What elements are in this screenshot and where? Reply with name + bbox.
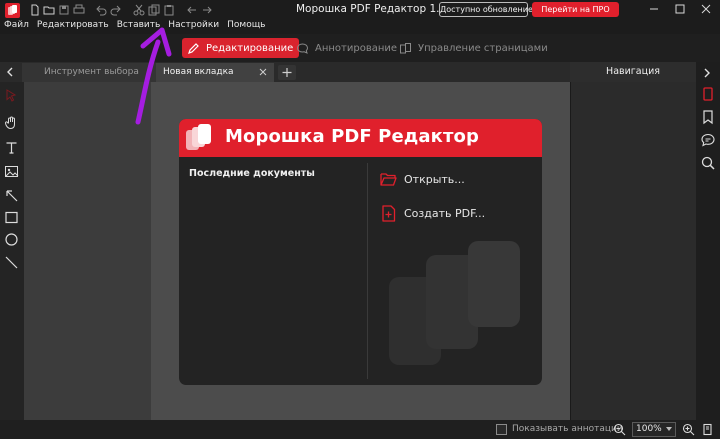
undo-icon[interactable] (95, 4, 107, 16)
menu-settings[interactable]: Настройки (168, 19, 219, 32)
arrow-tool-icon[interactable] (4, 188, 19, 203)
close-window-icon[interactable] (698, 2, 714, 16)
open-file-button[interactable]: Открыть... (379, 169, 465, 189)
zoom-out-icon[interactable] (613, 423, 626, 436)
cut-icon[interactable] (133, 4, 145, 16)
paste-icon[interactable] (163, 4, 175, 16)
mode-bar: Редактирование Аннотирование Управление … (0, 34, 720, 62)
tools-toolbar (0, 82, 24, 420)
zoom-level-value: 100% (636, 424, 662, 434)
speech-bubble-icon (296, 42, 309, 54)
rectangle-tool-icon[interactable] (4, 210, 19, 225)
text-tool-icon[interactable] (4, 140, 19, 155)
back-arrow-icon[interactable] (186, 4, 198, 16)
create-pdf-label: Создать PDF... (404, 206, 486, 220)
open-folder-icon (380, 172, 397, 186)
documents-watermark-icon (389, 241, 520, 365)
start-page-card: Морошка PDF Редактор Последние документы… (179, 119, 542, 385)
new-file-icon[interactable] (29, 4, 41, 16)
zoom-in-icon[interactable] (682, 423, 695, 436)
page-thumbnail-icon[interactable] (700, 86, 716, 102)
go-pro-button[interactable]: Перейти на ПРО (532, 2, 619, 17)
app-logo-icon (5, 3, 20, 18)
create-pdf-button[interactable]: Создать PDF... (379, 203, 485, 223)
menu-file[interactable]: Файл (4, 19, 29, 32)
start-card-header: Морошка PDF Редактор (179, 119, 542, 157)
chevron-right-icon[interactable] (700, 66, 714, 80)
right-panel-strip (696, 62, 720, 420)
maximize-icon[interactable] (672, 2, 688, 16)
search-icon[interactable] (700, 155, 716, 171)
forward-arrow-icon[interactable] (201, 4, 213, 16)
new-document-icon (382, 204, 396, 222)
print-icon[interactable] (73, 4, 85, 16)
pencil-icon (188, 42, 199, 54)
window-title: Морошка PDF Редактор 1.0.8 (296, 3, 457, 15)
navigation-panel (570, 82, 696, 420)
close-icon[interactable] (258, 67, 268, 77)
tab-new-tab[interactable]: Новая вкладка (156, 63, 274, 82)
chevron-down-icon (666, 427, 672, 431)
add-tab-button[interactable] (278, 65, 296, 80)
pages-icon (400, 42, 411, 53)
start-card-title: Морошка PDF Редактор (225, 126, 479, 147)
document-tab-bar: Инструмент выбора Новая вкладка (0, 62, 570, 82)
mode-tab-annotate[interactable]: Аннотирование (296, 38, 397, 58)
redo-icon[interactable] (110, 4, 122, 16)
chevron-left-icon[interactable] (3, 65, 17, 79)
plus-icon (282, 68, 292, 77)
bookmark-icon[interactable] (700, 109, 716, 125)
mode-tab-annotate-label: Аннотирование (315, 42, 398, 54)
navigation-panel-title: Навигация (570, 62, 696, 82)
mode-tab-pages[interactable]: Управление страницами (399, 38, 548, 58)
save-icon[interactable] (58, 4, 70, 16)
menu-bar: Файл Редактировать Вставить Настройки По… (4, 19, 273, 32)
mode-tab-pages-label: Управление страницами (418, 42, 548, 54)
menu-edit[interactable]: Редактировать (37, 19, 109, 32)
mode-tab-edit[interactable]: Редактирование (182, 38, 300, 58)
start-card-divider (367, 163, 368, 379)
fit-page-icon[interactable] (701, 423, 714, 436)
image-tool-icon[interactable] (4, 164, 19, 179)
mode-tab-edit-label: Редактирование (206, 42, 294, 54)
copy-icon[interactable] (148, 4, 160, 16)
comment-icon[interactable] (700, 132, 716, 148)
select-tool-icon[interactable] (4, 88, 19, 103)
open-folder-icon[interactable] (43, 4, 55, 16)
title-bar: Файл Редактировать Вставить Настройки По… (0, 0, 720, 34)
tab-selection-tool[interactable]: Инструмент выбора (22, 63, 156, 82)
menu-help[interactable]: Помощь (227, 19, 265, 32)
app-logo-icon (186, 124, 211, 150)
show-annotations-checkbox[interactable] (496, 424, 507, 435)
zoom-level-select[interactable]: 100% (632, 422, 676, 437)
document-area-margin (24, 82, 151, 420)
line-tool-icon[interactable] (4, 255, 19, 270)
minimize-icon[interactable] (646, 2, 662, 16)
update-available-button[interactable]: Доступно обновление (439, 2, 533, 17)
ellipse-tool-icon[interactable] (4, 232, 19, 247)
open-file-label: Открыть... (404, 172, 465, 186)
show-annotations-label: Показывать аннотации (512, 424, 623, 434)
hand-tool-icon[interactable] (4, 115, 19, 130)
recent-documents-heading: Последние документы (189, 168, 315, 179)
menu-insert[interactable]: Вставить (117, 19, 161, 32)
